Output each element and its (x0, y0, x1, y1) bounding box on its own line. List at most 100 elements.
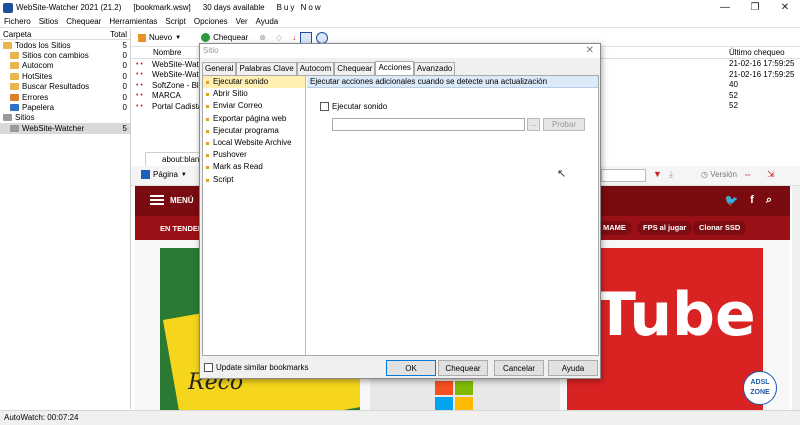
diamond-icon[interactable]: ◇ (276, 33, 282, 42)
folder-item-errores[interactable]: Errores 0 (0, 92, 130, 102)
action-ejecutar-programa[interactable]: Ejecutar programa (203, 125, 305, 137)
close-icon[interactable]: ✕ (586, 44, 594, 58)
search-icon[interactable]: ⌕ (766, 194, 772, 207)
folder-count: 5 (122, 123, 127, 133)
action-script[interactable]: Script (203, 174, 305, 186)
twitter-icon[interactable]: 🐦 (724, 194, 738, 207)
trending-pill-fps[interactable]: FPS al jugar (637, 221, 693, 235)
folder-item-websitewatcher[interactable]: WebSite-Watcher 5 (0, 123, 130, 134)
trending-pill-ssd[interactable]: Clonar SSD (693, 221, 747, 235)
new-bookmark-icon (138, 33, 146, 42)
folder-label: Buscar Resultados (22, 82, 90, 92)
folder-icon (10, 83, 19, 91)
last-check-value: 52 (729, 101, 738, 110)
last-check-column: Último chequeo 21-02-16 17:59:25 21-02-1… (729, 47, 800, 112)
dialog-tabs: General Palabras Clave Autocom Chequear … (202, 61, 456, 75)
play-sound-checkbox-row[interactable]: Ejecutar sonido (320, 102, 387, 111)
folder-item-buscar[interactable]: Buscar Resultados 0 (0, 82, 130, 92)
action-abrir-sitio[interactable]: Abrir Sitio (203, 88, 305, 100)
list-item-name: SoftZone - Bl (152, 80, 199, 90)
buy-now-link[interactable]: Buy Now (277, 3, 323, 12)
action-mark-as-read[interactable]: Mark as Read (203, 161, 305, 173)
folder-item-papelera[interactable]: Papelera 0 (0, 102, 130, 112)
tab-general[interactable]: General (202, 62, 237, 75)
browser-scrollbar[interactable] (792, 186, 800, 410)
site-menu-button[interactable]: MENÚ (150, 195, 194, 205)
menu-herramientas[interactable]: Herramientas (109, 17, 157, 26)
cancel-button[interactable]: Cancelar (494, 360, 544, 376)
minimize-button[interactable]: — (710, 0, 740, 15)
tab-avanzado[interactable]: Avanzado (413, 62, 456, 75)
menu-opciones[interactable]: Opciones (194, 17, 228, 26)
play-sound-checkbox[interactable] (320, 102, 329, 111)
hamburger-icon (150, 195, 164, 205)
new-button-label: Nuevo (149, 33, 173, 42)
action-pushover[interactable]: Pushover (203, 149, 305, 161)
filter-icon[interactable]: ⇲ (767, 169, 775, 180)
menu-ver[interactable]: Ver (236, 17, 248, 26)
version-button[interactable]: ◷ Versión (701, 170, 737, 179)
help-button[interactable]: Ayuda (548, 360, 598, 376)
update-similar-row[interactable]: Update similar bookmarks (204, 363, 308, 372)
check-dialog-button[interactable]: Chequear (438, 360, 488, 376)
folder-count: 5 (122, 40, 127, 50)
browse-button[interactable]: ... (527, 118, 540, 131)
folder-count: 0 (122, 92, 127, 102)
page-menu-button[interactable]: Página ▼ (141, 170, 187, 179)
last-check-header[interactable]: Último chequeo (729, 47, 800, 59)
sound-path-input[interactable] (332, 118, 525, 131)
youtube-logo-text: Tube (595, 280, 756, 350)
split-icon[interactable]: ⇔ (743, 169, 752, 179)
tab-palabras-clave[interactable]: Palabras Clave (236, 62, 297, 75)
folder-item-hotsites[interactable]: HotSites 0 (0, 71, 130, 81)
folder-label: Sitios (15, 113, 35, 123)
down-arrow-icon[interactable]: ↓ (292, 33, 296, 42)
action-enviar-correo[interactable]: Enviar Correo (203, 100, 305, 112)
file-name: [bookmark.wsw] (133, 3, 191, 12)
menu-sitios[interactable]: Sitios (39, 17, 59, 26)
title-bar: WebSite-Watcher 2021 (21.2) [bookmark.ws… (0, 0, 800, 15)
folder-label: Sitios con cambios (22, 51, 89, 61)
action-exportar-pagina[interactable]: Exportar página web (203, 113, 305, 125)
list-item-name: MARCA (152, 91, 181, 101)
clock-icon[interactable] (316, 31, 329, 44)
test-button[interactable]: Probar (543, 118, 585, 131)
stop-icon[interactable]: ⊗ (259, 33, 266, 42)
mouse-cursor-icon: ↖ (557, 168, 567, 180)
action-local-website-archive[interactable]: Local Website Archive (203, 137, 305, 149)
folder-item-autocom[interactable]: Autocom 0 (0, 61, 130, 71)
name-column-header[interactable]: Nombre (153, 48, 181, 57)
new-button[interactable]: Nuevo ▼ (135, 31, 184, 45)
dialog-title: Sitio (203, 46, 219, 55)
download-icon[interactable]: ⤓ (669, 169, 673, 180)
total-column-header[interactable]: Total (110, 30, 127, 39)
folder-item-cambios[interactable]: Sitios con cambios 0 (0, 50, 130, 60)
action-header: Ejecutar acciones adicionales cuando se … (307, 76, 598, 88)
menu-chequear[interactable]: Chequear (66, 17, 101, 26)
maximize-button[interactable]: ❐ (740, 0, 770, 15)
folder-header: Carpeta Total (0, 29, 130, 40)
folder-label: Autocom (22, 61, 54, 71)
folder-count: 0 (122, 51, 127, 61)
menu-script[interactable]: Script (165, 17, 185, 26)
trending-pill-mame[interactable]: MAME (597, 221, 632, 235)
ok-button[interactable]: OK (386, 360, 436, 376)
find-input[interactable] (601, 169, 646, 182)
facebook-icon[interactable]: f (750, 194, 754, 207)
down-arrow-icon[interactable]: ▼ (653, 169, 662, 179)
action-ejecutar-sonido[interactable]: Ejecutar sonido (203, 76, 305, 89)
menu-fichero[interactable]: Fichero (4, 17, 31, 26)
tab-chequear[interactable]: Chequear (334, 62, 376, 75)
folder-item-todos[interactable]: Todos los Sitios 5 (0, 40, 130, 50)
menu-ayuda[interactable]: Ayuda (256, 17, 279, 26)
last-check-value: 40 (729, 80, 738, 89)
update-similar-checkbox[interactable] (204, 363, 213, 372)
folder-item-sitios[interactable]: Sitios (0, 113, 130, 123)
tab-acciones[interactable]: Acciones (375, 61, 414, 75)
folder-column-header[interactable]: Carpeta (3, 30, 31, 39)
folder-icon (10, 62, 19, 70)
tab-autocom[interactable]: Autocom (296, 62, 335, 75)
close-button[interactable]: ✕ (770, 0, 800, 15)
layout-toggle-icon[interactable] (300, 31, 313, 44)
folder-icon (3, 41, 12, 49)
